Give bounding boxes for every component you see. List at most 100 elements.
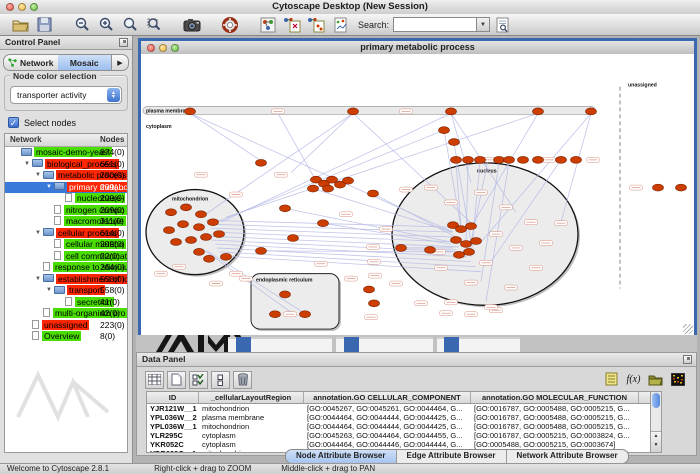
disclosure-triangle-icon[interactable]: ▼ [22, 159, 32, 171]
network-node[interactable] [280, 291, 291, 298]
open-file-button[interactable] [8, 15, 32, 34]
zoom-out-button[interactable] [70, 15, 94, 34]
table-cell[interactable]: [GO:0005488, GO:0005215, GO:0003674] [471, 440, 639, 449]
color-attribute-dropdown[interactable]: transporter activity ▲▼ [10, 86, 122, 104]
network-node[interactable] [166, 209, 177, 216]
table-cell[interactable]: [GO:0016787, GO:0005488, GO:0005215, G..… [471, 422, 639, 431]
network-edge[interactable] [190, 113, 261, 160]
table-row[interactable]: YLR295Ccytoplasm[GO:0045263, GO:0044464,… [147, 431, 651, 440]
scroll-down-button[interactable]: ▼ [651, 441, 661, 450]
snapshot-button[interactable] [180, 15, 204, 34]
network-node[interactable] [364, 286, 375, 293]
tree-row[interactable]: ▼cellular process614(0) [5, 228, 127, 240]
table-row[interactable]: YKR052Ccytoplasm[GO:0044464, GO:0044446,… [147, 440, 651, 449]
network-node[interactable] [533, 156, 544, 163]
tab-node-attribute-browser[interactable]: Node Attribute Browser [286, 450, 397, 463]
network-window-titlebar[interactable]: primary metabolic process [141, 41, 694, 55]
search-dropdown-button[interactable]: ▼ [477, 17, 490, 32]
disclosure-triangle-icon[interactable]: ▼ [33, 274, 43, 286]
network-page-button[interactable] [328, 15, 352, 34]
table-cell[interactable]: cytoplasm [199, 440, 304, 449]
table-column-header[interactable]: annotation.GO CELLULAR_COMPONENT [304, 392, 471, 403]
table-cell[interactable]: plasma membrane [199, 413, 304, 422]
tree-row[interactable]: nucleobase-209(0) [5, 193, 127, 205]
zoom-in-button[interactable] [94, 15, 118, 34]
network-node[interactable] [194, 248, 205, 255]
disclosure-triangle-icon[interactable]: ▼ [44, 182, 54, 194]
table-cell[interactable]: YPL036W__1 [147, 422, 199, 431]
float-panel-icon[interactable] [119, 38, 128, 47]
tree-row[interactable]: nitrogen compo209(0) [5, 205, 127, 217]
tab-mosaic[interactable]: Mosaic [58, 55, 112, 70]
network-node[interactable] [270, 311, 281, 318]
network-node[interactable] [464, 248, 475, 255]
delete-attribute-button[interactable] [233, 371, 252, 389]
network-zoom-button[interactable] [171, 44, 179, 52]
network-close-button[interactable] [147, 44, 155, 52]
tree-row[interactable]: secretion41(0) [5, 297, 127, 309]
network-node[interactable] [439, 127, 450, 134]
table-row[interactable]: YJR121W__1mitochondrion[GO:0045267, GO:0… [147, 404, 651, 413]
scroll-up-button[interactable]: ▲ [651, 432, 661, 441]
network-node[interactable] [181, 204, 192, 211]
network-node[interactable] [451, 237, 462, 244]
network-node[interactable] [280, 205, 291, 212]
network-node[interactable] [451, 156, 462, 163]
network-node[interactable] [466, 223, 477, 230]
network-node[interactable] [586, 108, 597, 115]
disclosure-triangle-icon[interactable]: ▼ [33, 228, 43, 240]
network-node[interactable] [185, 108, 196, 115]
minimize-window-button[interactable] [18, 3, 26, 11]
network-node[interactable] [676, 184, 687, 191]
disclosure-triangle-icon[interactable]: ▼ [33, 170, 43, 182]
network-node[interactable] [369, 300, 380, 307]
network-node[interactable] [396, 244, 407, 251]
tree-row[interactable]: cell communicat22(0) [5, 251, 127, 263]
network-node[interactable] [221, 253, 232, 260]
network-node[interactable] [471, 238, 482, 245]
network-node[interactable] [256, 159, 267, 166]
table-cell[interactable]: YDR039C__1 [147, 449, 199, 453]
table-cell[interactable]: [GO:0016787, GO:0005488, GO:0005215, G..… [471, 413, 639, 422]
network-node[interactable] [348, 108, 359, 115]
table-cell[interactable]: [GO:0044464, GO:0044444, GO:0044425, G..… [304, 422, 471, 431]
table-cell[interactable]: [GO:0045263, GO:0044464, GO:0044455, G..… [304, 431, 471, 440]
attribute-list-button[interactable] [602, 370, 621, 388]
select-attributes-button[interactable] [189, 371, 208, 389]
tree-row[interactable]: ▼establishment of lo558(0) [5, 274, 127, 286]
tree-row[interactable]: ▼biological_process651(0) [5, 159, 127, 171]
help-button[interactable] [218, 15, 242, 34]
network-node[interactable] [194, 224, 205, 231]
select-nodes-checkbox[interactable]: ✓ [8, 117, 19, 128]
tree-row[interactable]: cellular metabo209(0) [5, 239, 127, 251]
network-node[interactable] [164, 227, 175, 234]
network-node[interactable] [475, 156, 486, 163]
network-node[interactable] [214, 231, 225, 238]
network-node[interactable] [461, 241, 472, 248]
import-attributes-button[interactable] [646, 370, 665, 388]
resize-grip[interactable] [683, 324, 693, 334]
network-node[interactable] [171, 239, 182, 246]
network-node[interactable] [308, 185, 319, 192]
zoom-window-button[interactable] [30, 3, 38, 11]
network-node[interactable] [300, 311, 311, 318]
network-minimize-button[interactable] [159, 44, 167, 52]
unselect-attributes-button[interactable] [211, 371, 230, 389]
table-cell[interactable]: YPL036W__2 [147, 413, 199, 422]
tree-row[interactable]: ▼transport558(0) [5, 285, 127, 297]
function-builder-button[interactable]: f(x) [624, 370, 643, 388]
network-edge[interactable] [561, 113, 591, 222]
network-node[interactable] [196, 211, 207, 218]
network-node[interactable] [201, 234, 212, 241]
table-scrollbar[interactable]: ▲ ▼ [650, 391, 662, 453]
network-node[interactable] [186, 237, 197, 244]
network-edge[interactable] [278, 113, 316, 180]
attribute-matrix-button[interactable] [145, 371, 164, 389]
network-node[interactable] [288, 235, 299, 242]
network-node[interactable] [463, 156, 474, 163]
table-row[interactable]: YPL036W__2plasma membrane[GO:0044464, GO… [147, 413, 651, 422]
zoom-fit-button[interactable] [118, 15, 142, 34]
table-column-header[interactable]: annotation.GO MOLECULAR_FUNCTION [471, 392, 639, 403]
tree-row[interactable]: ▼metabolic process280(0) [5, 170, 127, 182]
network-node[interactable] [446, 108, 457, 115]
